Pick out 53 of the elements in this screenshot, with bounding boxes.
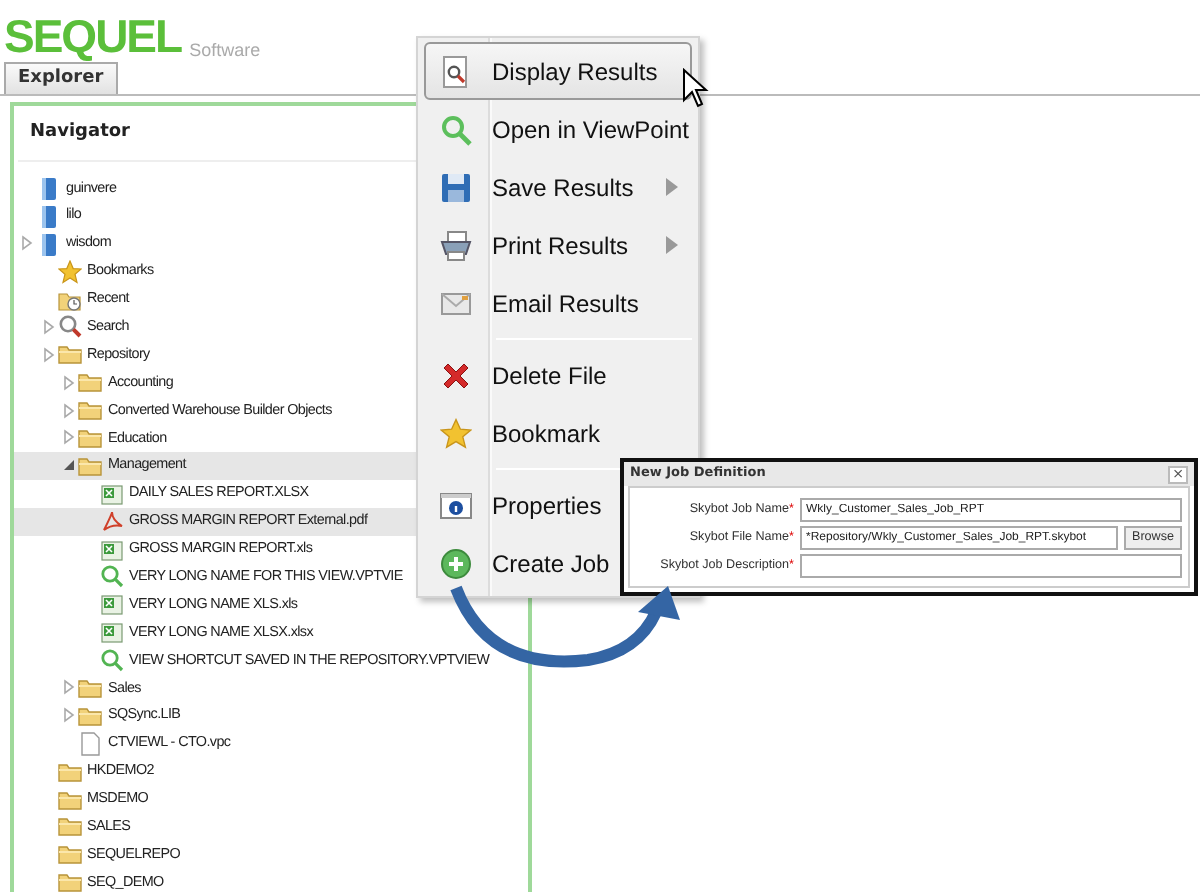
folder-icon — [57, 870, 81, 892]
server-icon — [36, 175, 60, 200]
search-icon — [440, 113, 472, 145]
collapsed-arrow-icon[interactable] — [39, 317, 57, 336]
folder-icon — [78, 703, 102, 728]
delete-icon — [440, 359, 472, 391]
document-icon — [78, 731, 102, 756]
pdf-icon — [99, 509, 123, 534]
expanded-arrow-icon[interactable] — [60, 456, 78, 475]
star-icon — [440, 417, 472, 449]
document-search-icon — [440, 55, 472, 87]
printer-icon — [440, 229, 472, 261]
folder-icon — [57, 759, 81, 784]
cursor-icon — [682, 68, 710, 108]
input-field[interactable] — [800, 554, 1182, 578]
menu-item[interactable]: Delete File — [424, 346, 692, 404]
plus-circle-icon — [440, 547, 472, 579]
collapsed-arrow-icon[interactable] — [39, 345, 57, 364]
folder-icon — [78, 370, 102, 395]
logo-wordmark: SEQUEL — [4, 8, 182, 64]
search-icon — [99, 564, 123, 589]
menu-item[interactable]: Save Results — [424, 158, 692, 216]
info-window-icon — [440, 489, 472, 521]
explorer-tab[interactable]: Explorer — [4, 62, 118, 94]
folder-icon — [57, 787, 81, 812]
spreadsheet-icon — [99, 620, 123, 645]
collapsed-arrow-icon[interactable] — [60, 678, 78, 697]
folder-icon — [57, 814, 81, 839]
folder-icon — [57, 342, 81, 367]
server-icon — [36, 203, 60, 228]
collapsed-arrow-icon[interactable] — [60, 401, 78, 420]
folder-icon — [78, 425, 102, 450]
save-icon — [440, 171, 472, 203]
folder-icon — [57, 842, 81, 867]
menu-item[interactable]: Display Results — [424, 42, 692, 100]
menu-item[interactable]: Email Results — [424, 274, 692, 332]
logo-tagline: Software — [189, 40, 261, 60]
folder-clock-icon — [57, 287, 81, 311]
star-icon — [57, 259, 81, 284]
folder-icon — [78, 398, 102, 423]
menu-item[interactable]: Print Results — [424, 216, 692, 274]
collapsed-arrow-icon[interactable] — [60, 706, 78, 725]
collapsed-arrow-icon[interactable] — [18, 234, 36, 253]
search-icon — [99, 648, 123, 673]
spreadsheet-icon — [99, 537, 123, 562]
server-icon — [36, 231, 60, 256]
spreadsheet-icon — [99, 481, 123, 506]
collapsed-arrow-icon[interactable] — [60, 428, 78, 447]
collapsed-arrow-icon[interactable] — [60, 373, 78, 392]
envelope-icon — [440, 287, 472, 319]
spreadsheet-icon — [99, 592, 123, 617]
folder-icon — [78, 453, 102, 478]
folder-icon — [78, 675, 102, 700]
